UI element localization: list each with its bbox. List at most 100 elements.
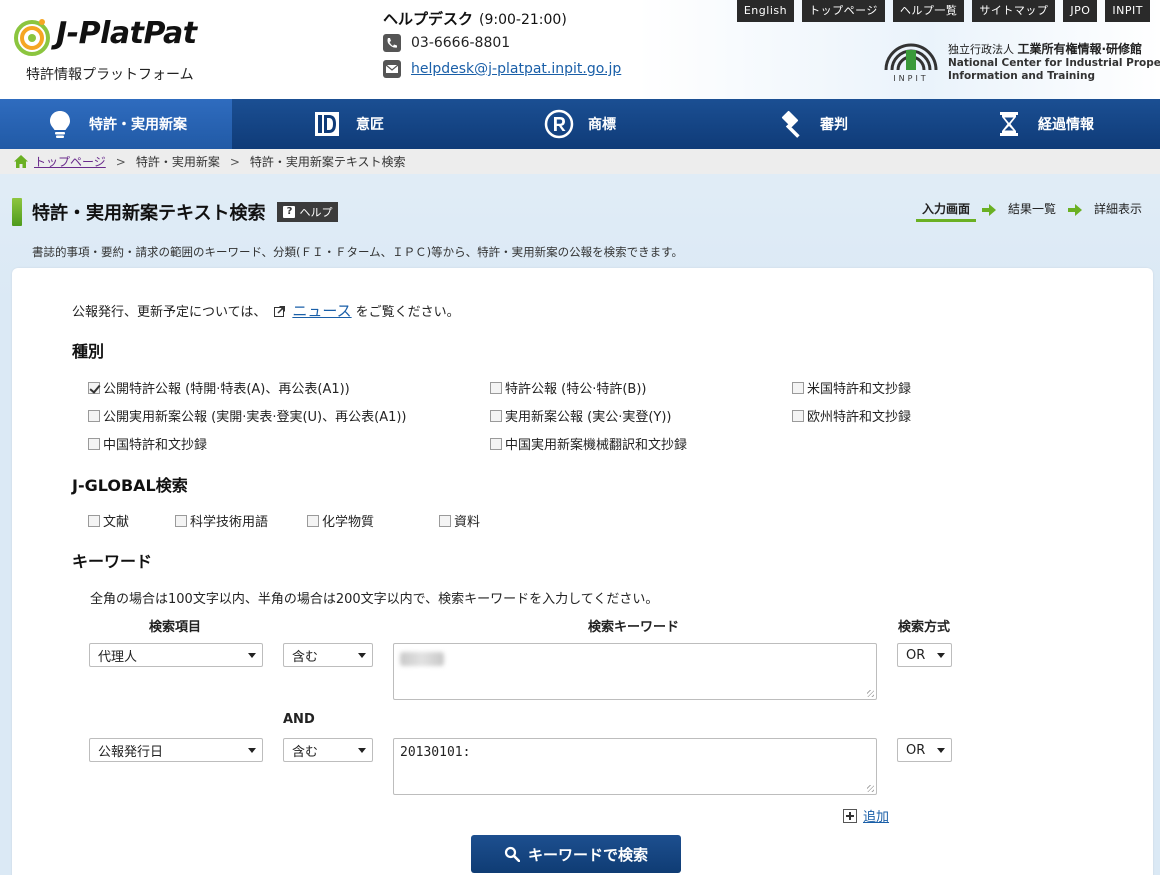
select-value: 含む [292, 649, 319, 665]
checkbox-label: 資料 [454, 515, 481, 530]
jplatpat-logo[interactable]: J-PlatPat 特許情報プラットフォーム [12, 14, 212, 86]
toplink-english[interactable]: English [736, 0, 795, 22]
arrow-right-icon [981, 204, 996, 216]
select-value: OR [906, 647, 926, 663]
keyword-search-button[interactable]: キーワードで検索 [471, 835, 681, 873]
checkbox-box[interactable] [490, 381, 502, 394]
design-d-icon [315, 112, 339, 136]
checkbox-box[interactable] [439, 514, 451, 527]
inpit-arch-icon: INPIT [884, 43, 938, 82]
toplink-inpit[interactable]: INPIT [1105, 0, 1150, 22]
checkbox-published-patent[interactable]: 公開特許公報 (特開·特表(A)、再公表(A1)) [88, 378, 350, 397]
search-method-select[interactable]: OR [897, 643, 952, 667]
nav-trademark-label: 商標 [588, 117, 616, 133]
help-question-icon: ? [283, 206, 296, 218]
checkbox-box[interactable] [88, 437, 100, 450]
logo-subtitle: 特許情報プラットフォーム [26, 67, 194, 83]
keyword-textarea[interactable]: 20130101: [393, 738, 877, 795]
inpit-name-en-2: Information and Training [948, 70, 1095, 82]
checkbox-box[interactable] [792, 381, 804, 394]
checkbox-published-utility-model[interactable]: 公開実用新案公報 (実開·実表·登実(U)、再公表(A1)) [88, 406, 407, 425]
resize-grip-icon[interactable] [867, 690, 874, 697]
checkbox-patent-gazette[interactable]: 特許公報 (特公·特許(B)) [490, 378, 646, 397]
toplink-jpo[interactable]: JPO [1063, 0, 1098, 22]
section-title-jglobal: J-GLOBAL検索 [72, 476, 188, 495]
checkbox-jglobal-materials[interactable]: 資料 [439, 511, 480, 530]
checkbox-box[interactable] [490, 437, 502, 450]
checkbox-jglobal-literature[interactable]: 文献 [88, 511, 129, 530]
nav-progress-info[interactable]: 経過情報 [928, 99, 1160, 149]
search-item-select[interactable]: 代理人 [89, 643, 263, 667]
and-operator-label: AND [283, 712, 315, 727]
checkbox-jglobal-chemicals[interactable]: 化学物質 [307, 511, 374, 530]
checkbox-label: 実用新案公報 (実公·実登(Y)) [505, 410, 672, 425]
checkbox-us-patent-abstract[interactable]: 米国特許和文抄録 [792, 378, 911, 397]
redacted-value [400, 652, 444, 666]
step-input: 入力画面 [915, 198, 976, 222]
nav-design-label: 意匠 [356, 117, 384, 133]
nav-appeal-label: 審判 [820, 117, 848, 133]
nav-design[interactable]: 意匠 [232, 99, 464, 149]
step-detail: 詳細表示 [1093, 202, 1142, 216]
resize-grip-icon[interactable] [867, 785, 874, 792]
checkbox-cn-utility-model-translation[interactable]: 中国実用新案機械翻訳和文抄録 [490, 434, 687, 453]
checkbox-label: 科学技術用語 [190, 515, 269, 530]
add-row-link[interactable]: 追加 [843, 806, 889, 825]
search-icon [504, 846, 520, 862]
toplink-top-page[interactable]: トップページ [802, 0, 885, 22]
title-accent-bar [12, 198, 22, 226]
chevron-down-icon [248, 748, 256, 753]
chevron-down-icon [248, 653, 256, 658]
notice-prefix: 公報発行、更新予定については、 [72, 305, 267, 320]
nav-appeal[interactable]: 審判 [696, 99, 928, 149]
registered-r-icon [544, 109, 574, 139]
inpit-logo[interactable]: INPIT 独立行政法人 工業所有権情報·研修館 National Center… [880, 36, 1160, 86]
help-button-label: ヘルプ [299, 206, 333, 219]
chevron-down-icon [358, 748, 366, 753]
help-button[interactable]: ? ヘルプ [277, 202, 339, 222]
checkbox-label: 文献 [103, 515, 130, 530]
toplink-help-list[interactable]: ヘルプ一覧 [892, 0, 965, 22]
checkbox-box[interactable] [792, 409, 804, 422]
inpit-mark-text: INPIT [893, 74, 928, 82]
operator-select[interactable]: 含む [283, 643, 373, 667]
nav-patent-label: 特許・実用新案 [89, 117, 187, 133]
breadcrumb-separator: > [229, 154, 240, 169]
checkbox-eu-patent-abstract[interactable]: 欧州特許和文抄録 [792, 406, 911, 425]
checkbox-box[interactable] [88, 381, 100, 394]
breadcrumb-current: 特許・実用新案テキスト検索 [249, 155, 406, 169]
section-title-types: 種別 [72, 342, 105, 361]
keyword-textarea[interactable] [393, 643, 877, 700]
breadcrumb-top-page[interactable]: トップページ [34, 153, 106, 170]
checkbox-box[interactable] [88, 409, 100, 422]
checkbox-cn-patent-abstract[interactable]: 中国特許和文抄録 [88, 434, 207, 453]
checkbox-utility-model-gazette[interactable]: 実用新案公報 (実公·実登(Y)) [490, 406, 672, 425]
news-link[interactable]: ニュース [292, 300, 351, 321]
helpdesk-email-link[interactable]: helpdesk@j-platpat.inpit.go.jp [411, 61, 621, 77]
select-value: 公報発行日 [98, 744, 164, 760]
search-item-select[interactable]: 公報発行日 [89, 738, 263, 762]
nav-patent[interactable]: 特許・実用新案 [0, 99, 232, 149]
select-value: OR [906, 742, 926, 758]
nav-progress-info-label: 経過情報 [1038, 117, 1094, 133]
toplink-sitemap[interactable]: サイトマップ [972, 0, 1056, 22]
operator-select[interactable]: 含む [283, 738, 373, 762]
logo-swirl-icon [14, 19, 50, 56]
checkbox-jglobal-sci-terms[interactable]: 科学技術用語 [175, 511, 268, 530]
nav-trademark[interactable]: 商標 [464, 99, 696, 149]
step-indicator: 入力画面 結果一覧 詳細表示 [915, 198, 1148, 222]
arrow-right-icon [1067, 204, 1082, 216]
chevron-down-icon [937, 748, 945, 753]
helpdesk-title: ヘルプデスク (9:00-21:00) [383, 8, 703, 29]
checkbox-box[interactable] [307, 514, 319, 527]
inpit-name-en-1: National Center for Industrial Property [948, 57, 1160, 69]
checkbox-box[interactable] [88, 514, 100, 527]
helpdesk-label: ヘルプデスク [383, 10, 474, 28]
select-value: 代理人 [98, 649, 138, 665]
inpit-name: 工業所有権情報·研修館 [1017, 42, 1143, 56]
add-row-label[interactable]: 追加 [863, 806, 889, 825]
checkbox-box[interactable] [490, 409, 502, 422]
search-method-select[interactable]: OR [897, 738, 952, 762]
checkbox-box[interactable] [175, 514, 187, 527]
step-results: 結果一覧 [1007, 202, 1056, 216]
